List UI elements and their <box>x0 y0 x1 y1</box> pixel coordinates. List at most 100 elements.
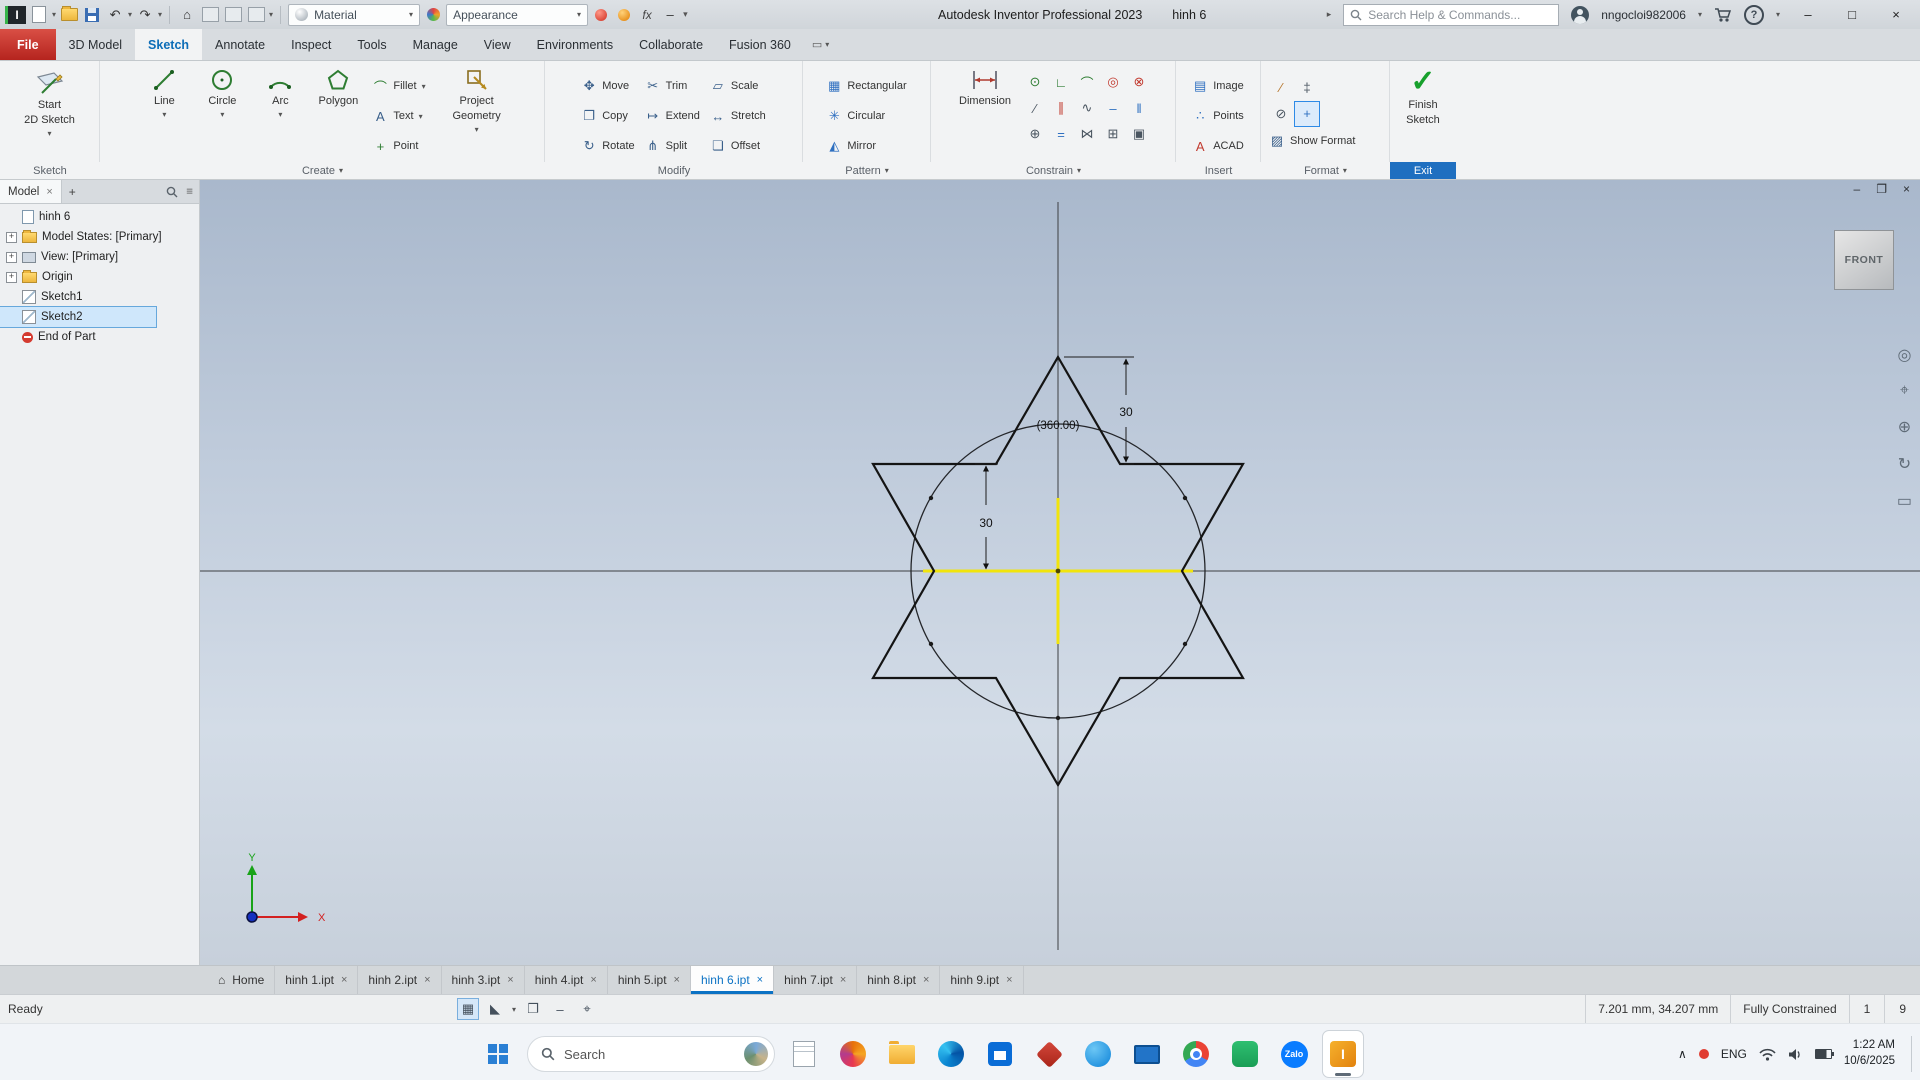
home-view-button[interactable]: ⌂ <box>177 5 197 25</box>
finish-sketch-button[interactable]: ✓ Finish Sketch <box>1392 65 1454 162</box>
sketch-point[interactable] <box>1055 715 1061 721</box>
center-point-toggle-icon[interactable]: + <box>1294 100 1320 127</box>
close-button[interactable]: × <box>1880 0 1912 29</box>
start-2d-sketch-button[interactable]: Start 2D Sketch ▾ <box>21 65 79 162</box>
tree-item-sketch1[interactable]: Sketch1 <box>0 287 199 307</box>
tree-item-sketch2[interactable]: Sketch2 <box>0 306 157 328</box>
redo-button[interactable]: ↷ <box>135 5 155 25</box>
fillet-button[interactable]: ⌒ Fillet ▾ <box>367 71 430 101</box>
tab-file[interactable]: File <box>0 29 56 60</box>
start-button[interactable] <box>478 1031 518 1077</box>
doc-tab-hinh3[interactable]: hinh 3.ipt × <box>442 966 525 994</box>
help-button[interactable]: ? <box>1743 4 1764 25</box>
parameters-button[interactable]: fx <box>637 5 657 25</box>
cart-icon[interactable] <box>1714 7 1732 23</box>
doc-restore-icon[interactable]: ❐ <box>1876 182 1887 196</box>
appearance-adjust-button[interactable] <box>614 5 634 25</box>
tree-item-view[interactable]: + View: [Primary] <box>0 247 199 267</box>
origin-point[interactable] <box>1055 568 1061 574</box>
tab-tools[interactable]: Tools <box>344 29 399 60</box>
show-constraints-icon[interactable]: ▣ <box>1126 121 1152 147</box>
doc-tab-hinh6[interactable]: hinh 6.ipt × <box>690 966 775 994</box>
snap-target-icon[interactable]: ⌖ <box>577 999 597 1019</box>
doc-tab-close-icon[interactable]: × <box>757 974 763 986</box>
sketch-point[interactable] <box>928 495 934 501</box>
help-caret-icon[interactable]: ▾ <box>1776 10 1780 19</box>
inventor-logo-icon[interactable]: I <box>5 5 26 24</box>
taskbar-search[interactable]: Search <box>527 1036 775 1072</box>
new-file-button[interactable] <box>29 5 49 25</box>
doc-minimize-icon[interactable]: – <box>1854 182 1861 196</box>
group-label-pattern[interactable]: Pattern ▾ <box>803 162 931 179</box>
nav-wheel-icon[interactable]: ◎ <box>1897 345 1911 365</box>
pan-icon[interactable]: ⌖ <box>1900 382 1909 400</box>
new-file-caret-icon[interactable]: ▾ <box>52 10 56 19</box>
expand-icon[interactable]: + <box>6 271 17 283</box>
taskbar-app-inventor[interactable]: I <box>1322 1030 1364 1078</box>
wifi-icon[interactable] <box>1759 1048 1776 1061</box>
taskbar-app-chrome[interactable] <box>1176 1031 1216 1077</box>
browser-menu-icon[interactable]: ≡ <box>186 186 193 198</box>
text-button[interactable]: A Text ▾ <box>367 101 430 131</box>
construction-toggle-icon[interactable]: ∕ <box>1269 76 1293 100</box>
doc-tab-close-icon[interactable]: × <box>674 974 680 986</box>
doc-tab-hinh4[interactable]: hinh 4.ipt × <box>525 966 608 994</box>
constraint-horizontal-icon[interactable]: – <box>1100 95 1126 121</box>
measure-button[interactable] <box>246 5 266 25</box>
volume-icon[interactable] <box>1788 1048 1803 1061</box>
group-label-format[interactable]: Format ▾ <box>1261 162 1390 179</box>
battery-icon[interactable] <box>1814 1049 1834 1059</box>
sketch-point[interactable] <box>1182 495 1188 501</box>
redo-caret-icon[interactable]: ▾ <box>158 10 162 19</box>
color-override-button[interactable] <box>591 5 611 25</box>
driven-dimension-toggle-icon[interactable]: ⊘ <box>1269 102 1293 126</box>
minimize-button[interactable]: – <box>1792 0 1824 29</box>
look-at-icon[interactable]: ▭ <box>1897 491 1912 511</box>
doc-tab-close-icon[interactable]: × <box>840 974 846 986</box>
material-dropdown[interactable]: Material ▾ <box>288 3 421 26</box>
constraint-collinear-icon[interactable]: ∕ <box>1022 95 1048 121</box>
mirror-button[interactable]: ◭ Mirror <box>821 131 911 161</box>
taskbar-app-autocad[interactable] <box>1029 1031 1069 1077</box>
taskbar-clock[interactable]: 1:22 AM 10/6/2025 <box>1844 1038 1895 1069</box>
taskbar-app-edge[interactable] <box>931 1031 971 1077</box>
group-label-constrain[interactable]: Constrain ▾ <box>931 162 1176 179</box>
expand-icon[interactable]: + <box>6 251 17 263</box>
constraint-fix-icon[interactable]: ⊕ <box>1022 121 1048 147</box>
collapse-search-icon[interactable]: ▸ <box>1327 9 1332 20</box>
constraint-symmetric-icon[interactable]: ⋈ <box>1074 121 1100 147</box>
show-format-button[interactable]: ▨ Show Format <box>1269 126 1360 156</box>
doc-tab-hinh7[interactable]: hinh 7.ipt × <box>774 966 858 994</box>
insert-acad-button[interactable]: A ACAD <box>1187 131 1249 161</box>
doc-tab-close-icon[interactable]: × <box>590 974 596 986</box>
tab-environments[interactable]: Environments <box>524 29 626 60</box>
constraint-lock-icon[interactable]: ⊗ <box>1126 69 1152 95</box>
slice-graphics-icon[interactable]: ◣ <box>485 999 505 1019</box>
sketch-drawing[interactable]: 30 30 (360.00) <box>200 180 1920 965</box>
dimension-value-left[interactable]: 30 <box>979 516 993 530</box>
doc-tab-close-icon[interactable]: × <box>424 974 430 986</box>
tab-inspect[interactable]: Inspect <box>278 29 344 60</box>
help-search-input[interactable]: Search Help & Commands... <box>1343 3 1560 26</box>
tray-notification-icon[interactable] <box>1698 1049 1709 1059</box>
browser-tab-model[interactable]: Model × <box>0 180 62 203</box>
taskbar-app-store[interactable] <box>980 1031 1020 1077</box>
grid-snap-icon[interactable]: ▦ <box>457 998 479 1020</box>
taskbar-app-firefox[interactable] <box>833 1031 873 1077</box>
maximize-button[interactable]: □ <box>1836 0 1868 29</box>
dash-toggle-icon[interactable]: – <box>550 999 570 1019</box>
expand-icon[interactable]: + <box>6 231 17 243</box>
doc-tab-hinh1[interactable]: hinh 1.ipt × <box>275 966 359 994</box>
taskbar-app-green[interactable] <box>1225 1031 1265 1077</box>
dimension-button[interactable]: Dimension <box>954 65 1016 162</box>
constraint-tangent-icon[interactable]: ⌒ <box>1074 69 1100 95</box>
update-button[interactable] <box>223 5 243 25</box>
insert-image-button[interactable]: ▤ Image <box>1187 71 1249 101</box>
tab-sketch[interactable]: Sketch <box>135 29 203 60</box>
doc-tab-close-icon[interactable]: × <box>923 974 929 986</box>
ribbon-display-options[interactable]: ▭ ▾ <box>804 29 829 60</box>
constraint-concentric-icon[interactable]: ◎ <box>1100 69 1126 95</box>
scale-button[interactable]: ▱ Scale <box>705 71 771 101</box>
taskbar-app-remote-pc[interactable] <box>1127 1031 1167 1077</box>
constraint-coincident-icon[interactable]: ⊙ <box>1022 69 1048 95</box>
